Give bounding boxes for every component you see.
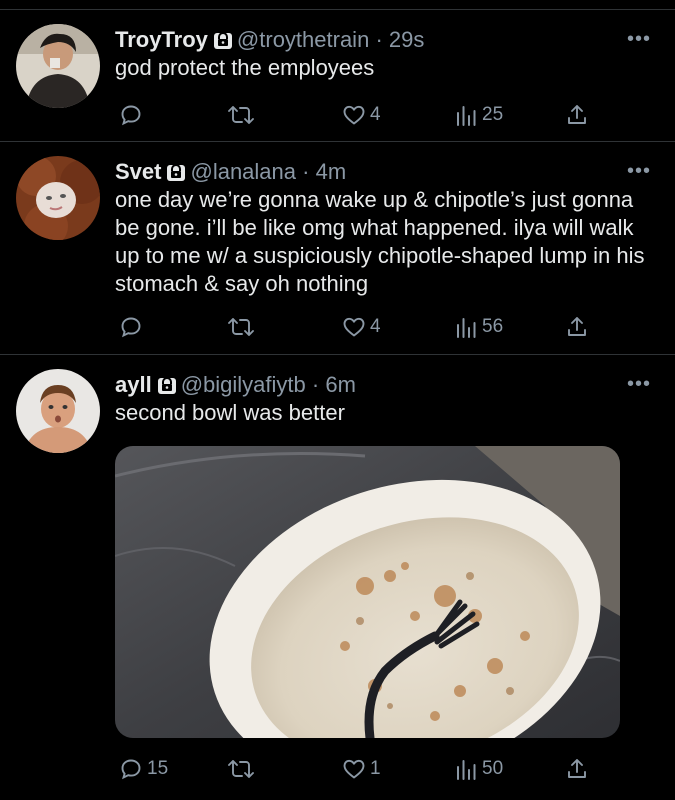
display-name[interactable]: Svet [115, 159, 161, 184]
separator-dot: · [375, 27, 383, 52]
share-button[interactable] [565, 312, 589, 342]
lock-icon [166, 162, 186, 188]
lock-icon [213, 30, 233, 56]
avatar[interactable] [16, 156, 100, 240]
tweet-header: TroyTroy @troythetrain · 29s [115, 27, 625, 56]
retweet-button[interactable] [227, 100, 259, 130]
views-button[interactable]: 25 [454, 100, 503, 130]
tweet-text: one day we’re gonna wake up & chipotle’s… [115, 187, 645, 296]
action-bar: 15 1 50 [115, 754, 595, 784]
retweet-button[interactable] [227, 754, 259, 784]
share-icon [568, 759, 586, 778]
tweet-text: second bowl was better [115, 400, 345, 425]
reply-button[interactable]: 15 [119, 754, 168, 784]
reply-icon [121, 105, 141, 126]
heart-icon [343, 105, 365, 125]
views-count: 25 [482, 104, 504, 125]
more-options-icon[interactable]: ••• [627, 29, 651, 49]
share-button[interactable] [565, 754, 589, 784]
views-button[interactable]: 56 [454, 312, 503, 342]
reply-button[interactable] [119, 312, 147, 342]
retweet-button[interactable] [227, 312, 259, 342]
share-icon [568, 317, 586, 336]
tweet-header: ayll @bigilyafiytb · 6m [115, 372, 625, 401]
display-name[interactable]: TroyTroy [115, 27, 208, 52]
retweet-icon [228, 106, 254, 124]
reply-icon [121, 759, 141, 780]
more-options-icon[interactable]: ••• [627, 374, 651, 394]
top-divider [0, 0, 675, 10]
display-name[interactable]: ayll [115, 372, 152, 397]
tweet-2[interactable]: Svet @lanalana · 4m ••• one day we’re gon… [0, 142, 675, 355]
retweet-icon [228, 760, 254, 778]
action-bar: 4 25 [115, 100, 595, 130]
views-count: 56 [482, 316, 504, 337]
tweet-text: god protect the employees [115, 55, 375, 80]
views-icon [457, 318, 476, 338]
separator-dot: · [311, 372, 320, 397]
handle[interactable]: @lanalana [190, 159, 296, 184]
like-button[interactable]: 1 [342, 754, 381, 784]
timestamp[interactable]: 6m [325, 372, 356, 397]
tweet-photo[interactable] [115, 446, 620, 738]
tweet-3[interactable]: ayll @bigilyafiytb · 6m ••• second bowl w… [0, 355, 675, 800]
heart-icon [343, 317, 365, 337]
views-icon [457, 106, 476, 126]
timestamp[interactable]: 4m [316, 159, 347, 184]
views-button[interactable]: 50 [454, 754, 503, 784]
like-count: 1 [370, 758, 381, 779]
views-icon [457, 760, 476, 780]
action-bar: 4 56 [115, 312, 595, 342]
share-button[interactable] [565, 100, 589, 130]
views-count: 50 [482, 758, 504, 779]
reply-icon [121, 317, 141, 338]
tweet-header: Svet @lanalana · 4m [115, 159, 625, 188]
separator-dot: · [302, 159, 310, 184]
handle[interactable]: @bigilyafiytb [181, 372, 306, 397]
heart-icon [343, 759, 365, 779]
like-button[interactable]: 4 [342, 100, 381, 130]
retweet-icon [228, 318, 254, 336]
like-count: 4 [370, 104, 381, 125]
like-count: 4 [370, 316, 381, 337]
timestamp[interactable]: 29s [389, 27, 424, 52]
like-button[interactable]: 4 [342, 312, 381, 342]
avatar[interactable] [16, 369, 100, 453]
more-options-icon[interactable]: ••• [627, 161, 651, 181]
reply-button[interactable] [119, 100, 147, 130]
handle[interactable]: @troythetrain [237, 27, 369, 52]
lock-icon [157, 375, 177, 401]
share-icon [568, 105, 586, 124]
reply-count: 15 [147, 758, 169, 779]
tweet-1[interactable]: TroyTroy @troythetrain · 29s ••• god prot… [0, 10, 675, 142]
avatar[interactable] [16, 24, 100, 108]
